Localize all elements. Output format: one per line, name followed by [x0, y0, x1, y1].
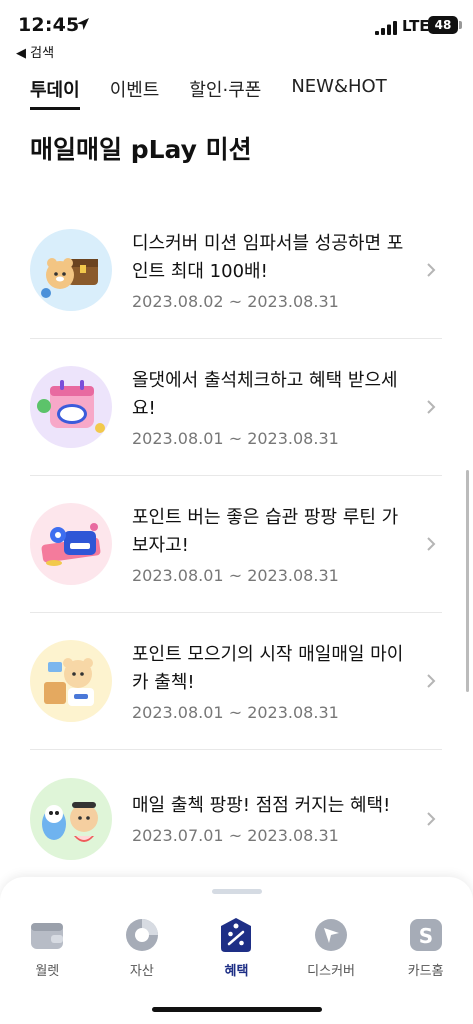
mycar-bear-icon [30, 640, 112, 722]
battery-cap [459, 21, 462, 29]
tab-events[interactable]: 이벤트 [110, 76, 160, 116]
ping-pay-icon [30, 503, 112, 585]
status-bar: 12:45 ◀ 검색 LTE 48 [0, 0, 473, 62]
nav-label: 월렛 [35, 964, 60, 979]
compass-icon [315, 919, 348, 951]
event-date: 2023.07.01 ~ 2023.08.31 [132, 826, 339, 845]
status-time: 12:45 [18, 14, 80, 36]
event-title: 올댓에서 출석체크하고 혜택 받으세요! [132, 369, 398, 419]
event-item[interactable]: 포인트 버는 좋은 습관 팡팡 루틴 가보자고! 2023.08.01 ~ 20… [30, 476, 442, 613]
battery-icon: 48 [428, 16, 458, 34]
pie-chart-icon [125, 919, 158, 951]
svg-text:S: S [418, 924, 432, 948]
event-item[interactable]: 매일 출첵 팡팡! 점점 커지는 혜택! 2023.07.01 ~ 2023.0… [30, 750, 442, 887]
event-title: 포인트 버는 좋은 습관 팡팡 루틴 가보자고! [132, 506, 399, 556]
category-tabs: 투데이 이벤트 할인·쿠폰 NEW&HOT [30, 76, 417, 116]
back-to-search-link[interactable]: ◀ 검색 [16, 42, 54, 61]
drag-handle[interactable] [212, 889, 262, 894]
event-title: 디스커버 미션 임파서블 성공하면 포인트 최대 100배! [132, 232, 404, 282]
nav-label: 자산 [129, 964, 154, 979]
location-arrow-icon [77, 18, 89, 30]
signal-icon [375, 21, 397, 35]
scrollbar[interactable] [466, 470, 469, 692]
characters-icon [30, 777, 112, 860]
nav-assets[interactable]: 자산 [95, 917, 190, 979]
nav-discover[interactable]: 디스커버 [284, 917, 379, 979]
event-date: 2023.08.01 ~ 2023.08.31 [132, 702, 339, 722]
event-date: 2023.08.01 ~ 2023.08.31 [132, 565, 339, 585]
tab-discount-coupon[interactable]: 할인·쿠폰 [189, 76, 261, 116]
bottom-nav: 월렛 자산 혜택 디스커버 S 카드홈 [0, 917, 473, 979]
nav-label: 혜택 [224, 964, 249, 979]
event-date: 2023.08.01 ~ 2023.08.31 [132, 428, 339, 448]
event-item[interactable]: 디스커버 미션 임파서블 성공하면 포인트 최대 100배! 2023.08.0… [30, 202, 442, 339]
card-home-icon: S [409, 919, 442, 951]
wallet-icon [31, 923, 64, 949]
event-title: 포인트 모으기의 시작 매일매일 마이카 출첵! [132, 643, 404, 693]
event-item[interactable]: 포인트 모으기의 시작 매일매일 마이카 출첵! 2023.08.01 ~ 20… [30, 613, 442, 750]
nav-card-home[interactable]: S 카드홈 [378, 917, 473, 979]
tab-today[interactable]: 투데이 [30, 76, 80, 116]
home-indicator [152, 1007, 322, 1012]
chevron-right-icon [427, 537, 436, 551]
nav-benefits[interactable]: 혜택 [189, 917, 284, 979]
treasure-chest-icon [30, 229, 112, 311]
event-date: 2023.08.02 ~ 2023.08.31 [132, 291, 339, 311]
chevron-right-icon [427, 263, 436, 277]
event-item[interactable]: 올댓에서 출석체크하고 혜택 받으세요! 2023.08.01 ~ 2023.0… [30, 339, 442, 476]
event-list: 디스커버 미션 임파서블 성공하면 포인트 최대 100배! 2023.08.0… [30, 202, 442, 887]
attendance-calendar-icon [30, 366, 112, 448]
network-type: LTE [402, 17, 430, 35]
chevron-right-icon [427, 811, 436, 826]
chevron-right-icon [427, 674, 436, 688]
nav-label: 디스커버 [307, 964, 355, 979]
tab-new-hot[interactable]: NEW&HOT [291, 76, 386, 116]
bottom-nav-sheet: 월렛 자산 혜택 디스커버 S 카드홈 [0, 877, 473, 1024]
event-title: 매일 출첵 팡팡! 점점 커지는 혜택! [132, 795, 391, 816]
chevron-right-icon [427, 400, 436, 414]
benefit-tag-icon [221, 918, 252, 952]
nav-label: 카드홈 [407, 964, 444, 979]
nav-wallet[interactable]: 월렛 [0, 917, 95, 979]
page-title: 매일매일 pLay 미션 [30, 135, 252, 164]
